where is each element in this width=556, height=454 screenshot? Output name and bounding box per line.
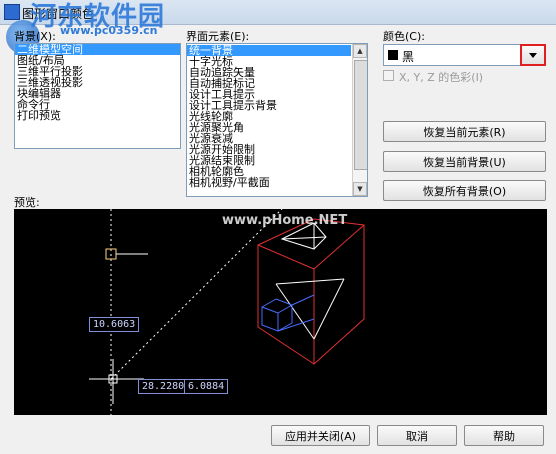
scroll-thumb[interactable] [354,60,367,170]
color-select-value: 黑 [402,50,415,64]
app-icon [4,4,20,20]
preview-label: 预览: [14,196,40,209]
cancel-button[interactable]: 取消 [377,425,457,446]
scroll-down-arrow-icon[interactable]: ▼ [353,182,367,196]
watermark-url: www.pc0359.cn [60,24,158,37]
preview-canvas: www.pHome.NET 10.6063 28.2280 6.0884 [14,209,547,415]
coord-readout-3: 6.0884 [184,379,229,394]
help-button[interactable]: 帮助 [464,425,544,446]
element-list-scrollbar[interactable]: ▲ ▼ [352,44,367,196]
checkbox-icon[interactable] [383,70,394,81]
color-select[interactable]: 黑 [383,44,546,66]
interface-element-label: 界面元素(E): [186,30,250,43]
camera-glyph-icon [261,294,315,332]
restore-element-button[interactable]: 恢复当前元素(R) [383,121,546,142]
context-list-item[interactable]: 打印预览 [15,110,180,121]
apply-close-button[interactable]: 应用并关闭(A) [271,425,370,446]
color-label: 颜色(C): [383,30,425,43]
color-swatch [388,50,398,60]
scroll-up-arrow-icon[interactable]: ▲ [353,44,367,58]
coord-readout-1: 10.6063 [89,317,140,332]
coord-readout-2: 28.2280 [138,379,189,394]
preview-drawing [89,209,365,415]
chevron-down-icon[interactable] [520,44,546,66]
context-listbox[interactable]: 二维模型空间 图纸/布局 三维平行投影 三维透视投影 块编辑器 命令行 打印预览 [14,43,181,149]
restore-all-button[interactable]: 恢复所有背景(O) [383,180,546,201]
context-label: 背景(X): [14,30,56,43]
interface-element-listbox[interactable]: 统一背景 十字光标 自动追踪矢量 自动捕捉标记 设计工具提示 设计工具提示背景 光线轮廓 光源… [186,43,368,197]
interface-element-list-item[interactable]: 相机视野/平截面 [187,177,351,188]
restore-context-button[interactable]: 恢复当前背景(U) [383,151,546,172]
preview-watermark: www.pHome.NET [222,213,348,228]
tint-checkbox-label: X, Y, Z 的色彩(I) [399,71,484,84]
crosshair-icon [89,359,144,404]
